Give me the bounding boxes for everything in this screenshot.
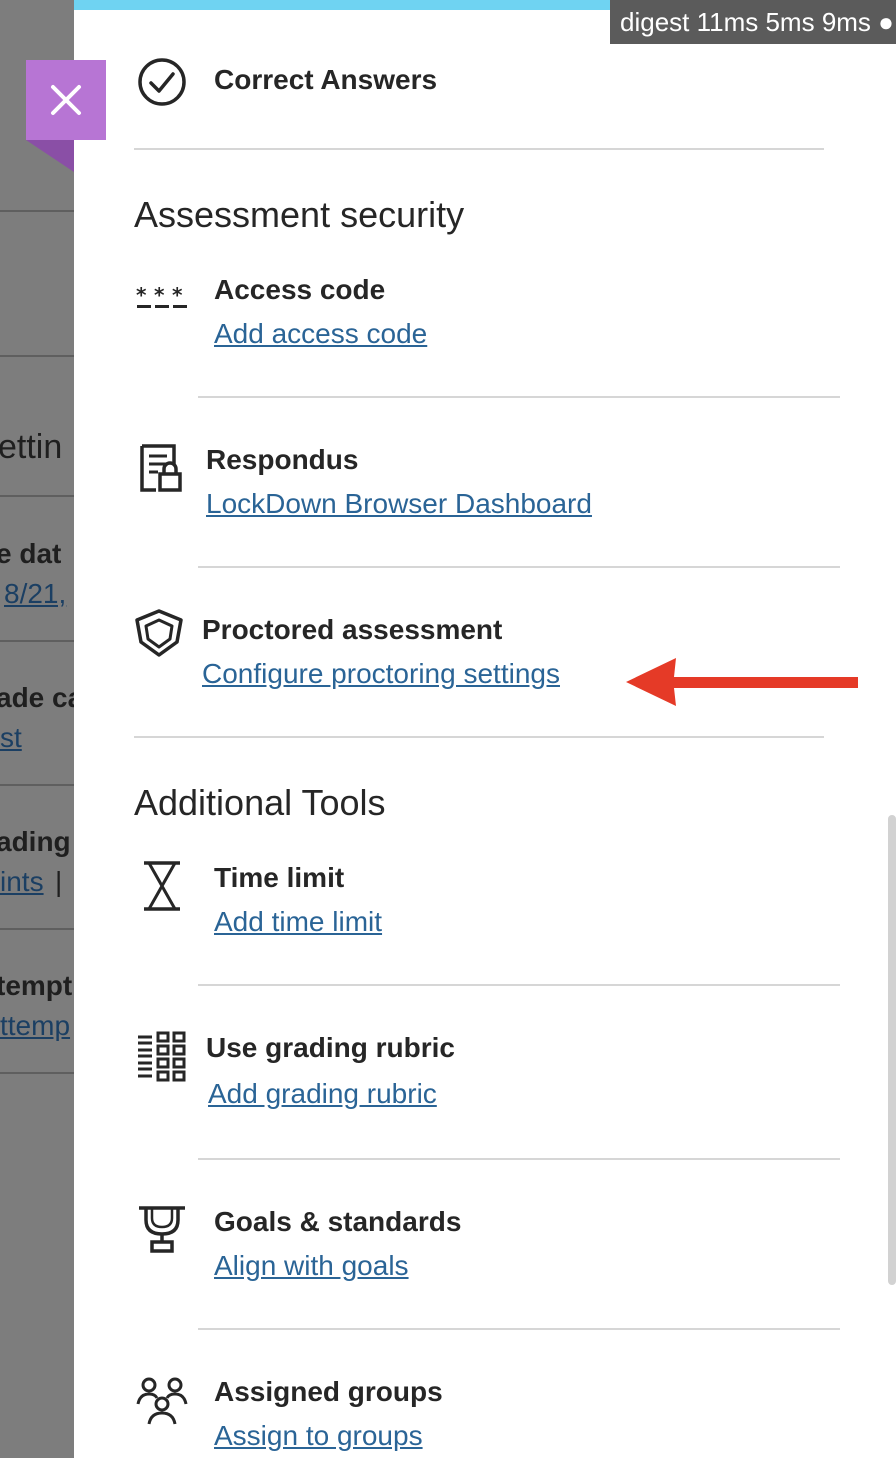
bg-divider xyxy=(0,640,74,642)
close-icon xyxy=(51,85,81,115)
close-panel-button[interactable] xyxy=(26,60,106,140)
add-grading-rubric-link[interactable]: Add grading rubric xyxy=(208,1078,437,1110)
bg-divider xyxy=(0,495,74,497)
perf-overlay: digest 11ms 5ms 9ms ● xyxy=(610,0,896,44)
bg-settings-heading: ettin xyxy=(0,428,63,466)
item-divider xyxy=(198,984,840,986)
goals-standards-title: Goals & standards xyxy=(214,1206,462,1237)
item-divider xyxy=(198,1328,840,1330)
bg-due-date-value: 8/21, xyxy=(4,578,67,609)
bg-divider xyxy=(0,355,74,357)
assessment-security-heading: Assessment security xyxy=(134,194,465,235)
panel-scrollbar[interactable] xyxy=(888,815,896,1285)
trophy-icon xyxy=(139,1206,185,1253)
item-divider xyxy=(198,566,840,568)
item-divider xyxy=(198,1158,840,1160)
lockdown-browser-dashboard-link[interactable]: LockDown Browser Dashboard xyxy=(206,488,592,520)
bg-attempts-label: tempt xyxy=(0,970,73,1001)
respondus-title: Respondus xyxy=(206,444,359,475)
bg-divider xyxy=(0,1072,74,1074)
bg-grading-value: ints xyxy=(0,866,44,897)
grading-rubric-title: Use grading rubric xyxy=(206,1032,455,1063)
assign-to-groups-link[interactable]: Assign to groups xyxy=(214,1420,423,1452)
asterisks-icon: * * * xyxy=(136,286,187,308)
bg-due-date-label: e dat xyxy=(0,538,62,569)
rubric-grid-icon xyxy=(138,1031,186,1082)
align-with-goals-link[interactable]: Align with goals xyxy=(214,1250,409,1282)
add-access-code-link[interactable]: Add access code xyxy=(214,318,427,350)
time-limit-title: Time limit xyxy=(214,862,345,893)
shield-icon xyxy=(135,609,183,657)
bg-grading-label: ading xyxy=(0,826,71,857)
annotation-arrow xyxy=(626,658,858,706)
access-code-title: Access code xyxy=(214,274,386,305)
svg-text:*: * xyxy=(172,286,183,307)
additional-tools-heading: Additional Tools xyxy=(134,782,386,823)
section-divider xyxy=(134,736,824,738)
section-divider xyxy=(134,148,824,150)
locked-document-icon xyxy=(140,444,182,492)
bg-grading-separator: | xyxy=(55,866,63,897)
hourglass-icon xyxy=(144,861,180,911)
bg-grade-category-label: ade ca xyxy=(0,682,74,713)
proctored-assessment-title: Proctored assessment xyxy=(202,614,503,645)
bg-divider xyxy=(0,784,74,786)
item-divider xyxy=(198,396,840,398)
bg-divider xyxy=(0,928,74,930)
assigned-groups-title: Assigned groups xyxy=(214,1376,443,1407)
background-page: ettin e dat 8/21, ade ca st ading ints |… xyxy=(0,0,74,1458)
people-icon xyxy=(136,1377,188,1425)
correct-answers-title: Correct Answers xyxy=(214,64,438,95)
close-button-fold xyxy=(26,140,74,172)
bg-divider xyxy=(0,210,74,212)
bg-grade-category-value: st xyxy=(0,722,22,753)
check-circle-icon xyxy=(138,58,186,106)
add-time-limit-link[interactable]: Add time limit xyxy=(214,906,382,938)
svg-text:*: * xyxy=(136,286,147,307)
svg-text:*: * xyxy=(154,286,165,307)
configure-proctoring-settings-link[interactable]: Configure proctoring settings xyxy=(202,658,560,690)
bg-attempts-value: ttemp xyxy=(0,1010,71,1041)
